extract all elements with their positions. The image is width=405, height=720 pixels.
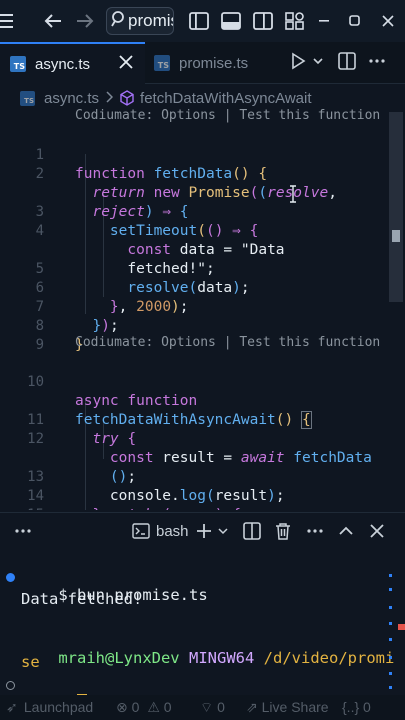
breadcrumb-symbol[interactable]: fetchDataWithAsyncAwait [140, 90, 311, 107]
code-line: 10 async function [27, 374, 198, 409]
code-line: 1 function fetchData() { [35, 147, 268, 182]
code-line: 11 try { [27, 412, 137, 447]
code-line: 3 setTimeout(() ⇒ { [35, 204, 259, 239]
problems-item[interactable]: ⊗ 0 ⚠ 0 [116, 699, 172, 716]
code-line: (); [109, 469, 137, 485]
panel-more-icon[interactable] [14, 519, 32, 543]
code-line: 6 }, 2000); [35, 280, 189, 315]
split-editor-icon[interactable] [338, 52, 356, 75]
codelens-actions[interactable]: Codiumate: Options | Test this function [75, 108, 380, 123]
new-terminal-dropdown-icon[interactable] [217, 519, 229, 543]
code-line: 13 console.log(result); [27, 469, 285, 504]
symbol-method-icon [119, 90, 135, 106]
panel-more-actions-icon[interactable] [306, 519, 324, 543]
error-icon: ⊗ [116, 699, 128, 715]
toggle-panel-icon[interactable] [218, 8, 244, 34]
code-line: fetchDataWithAsyncAwait() { [75, 411, 312, 429]
forward-arrow-icon[interactable] [72, 8, 98, 34]
more-actions-icon[interactable] [368, 52, 386, 75]
code-line: 2 return new Promise((resolve, [35, 166, 337, 201]
code-line: 15 console.error(error); [0, 487, 44, 510]
terminal-prompt-path-wrap: se [21, 653, 40, 671]
codelens-actions[interactable]: Codiumate: Options | Test this function [75, 335, 380, 350]
tab-label: async.ts [35, 55, 91, 73]
status-bar: ➶ Launchpad ⊗ 0 ⚠ 0 ⌔ 0 ⇗ Live Share {..… [0, 695, 405, 720]
run-dropdown-chevron-icon[interactable] [312, 52, 324, 75]
text-cursor-icon [288, 185, 298, 207]
code-line: 12 const result = await fetchData [27, 431, 372, 466]
command-center-search[interactable]: promis [106, 7, 174, 35]
menu-icon[interactable] [0, 8, 18, 34]
launchpad-item[interactable]: ➶ Launchpad [6, 699, 93, 716]
terminal-panel-header: bash [0, 512, 405, 548]
tab-label: promise.ts [179, 54, 249, 72]
breadcrumb-file[interactable]: async.ts [44, 90, 99, 107]
ports-item[interactable]: ⌔ 0 [200, 699, 225, 717]
terminal-output[interactable]: $ bun promise.ts Data fetched! mraih@Lyn… [0, 548, 405, 712]
run-icon[interactable] [290, 52, 306, 75]
code-line: 7 }); [35, 299, 119, 334]
code-line: fetched!"; [127, 261, 215, 277]
customize-layout-icon[interactable] [282, 8, 308, 34]
live-share-item[interactable]: ⇗ Live Share [246, 699, 329, 716]
code-line: 8 } [35, 318, 84, 353]
split-terminal-icon[interactable] [243, 519, 261, 543]
code-line: 4 const data = "Data [35, 223, 285, 258]
editor-scrollbar[interactable] [389, 112, 403, 302]
command-success-dot-icon [6, 573, 15, 582]
terminal-output-line: Data fetched! [21, 590, 143, 608]
close-tab-icon[interactable] [117, 51, 135, 73]
code-editor[interactable]: Codiumate: Options | Test this function … [0, 108, 405, 510]
back-arrow-icon[interactable] [40, 8, 66, 34]
code-line: reject) ⇒ { [92, 204, 189, 220]
typescript-file-icon: TS [154, 55, 170, 71]
typescript-file-icon: TS [20, 90, 35, 106]
rocket-icon: ➶ [6, 699, 18, 715]
close-window-icon[interactable] [375, 8, 401, 34]
scrollbar-thumb[interactable] [392, 230, 400, 242]
minimize-icon[interactable] [312, 8, 338, 34]
kill-terminal-trash-icon[interactable] [274, 519, 292, 543]
tab-promise-ts[interactable]: TS promise.ts [148, 42, 248, 84]
restore-icon[interactable] [342, 8, 368, 34]
title-bar: promis [0, 0, 405, 42]
close-panel-icon[interactable] [370, 519, 384, 543]
code-line: 14 } catch (error) { [27, 488, 241, 510]
overview-ruler-marker [398, 624, 405, 630]
terminal-name: bash [156, 522, 189, 540]
maximize-panel-chevron-up-icon[interactable] [338, 519, 354, 543]
toggle-secondary-sidebar-icon[interactable] [250, 8, 276, 34]
terminal-selector[interactable]: bash [132, 519, 189, 543]
braces-item[interactable]: {..} 0 [342, 699, 371, 715]
live-share-icon: ⇗ [246, 699, 258, 715]
search-icon [111, 10, 125, 32]
code-line: 5 resolve(data); [35, 261, 250, 296]
breadcrumb-separator-icon [105, 90, 114, 107]
search-text: promis [128, 11, 174, 30]
terminal-icon [132, 523, 150, 539]
breadcrumb: TS async.ts fetchDataWithAsyncAwait [0, 86, 405, 110]
editor-tab-bar: TS async.ts TS promise.ts [0, 42, 405, 84]
command-pending-dot-icon [6, 681, 15, 690]
toggle-primary-sidebar-icon[interactable] [186, 8, 212, 34]
new-terminal-icon[interactable] [195, 519, 213, 543]
warning-icon: ⚠ [147, 699, 160, 715]
ports-antenna-icon: ⌔ [200, 699, 214, 715]
typescript-file-icon: TS [10, 56, 26, 72]
code-line: 9 [35, 337, 44, 353]
